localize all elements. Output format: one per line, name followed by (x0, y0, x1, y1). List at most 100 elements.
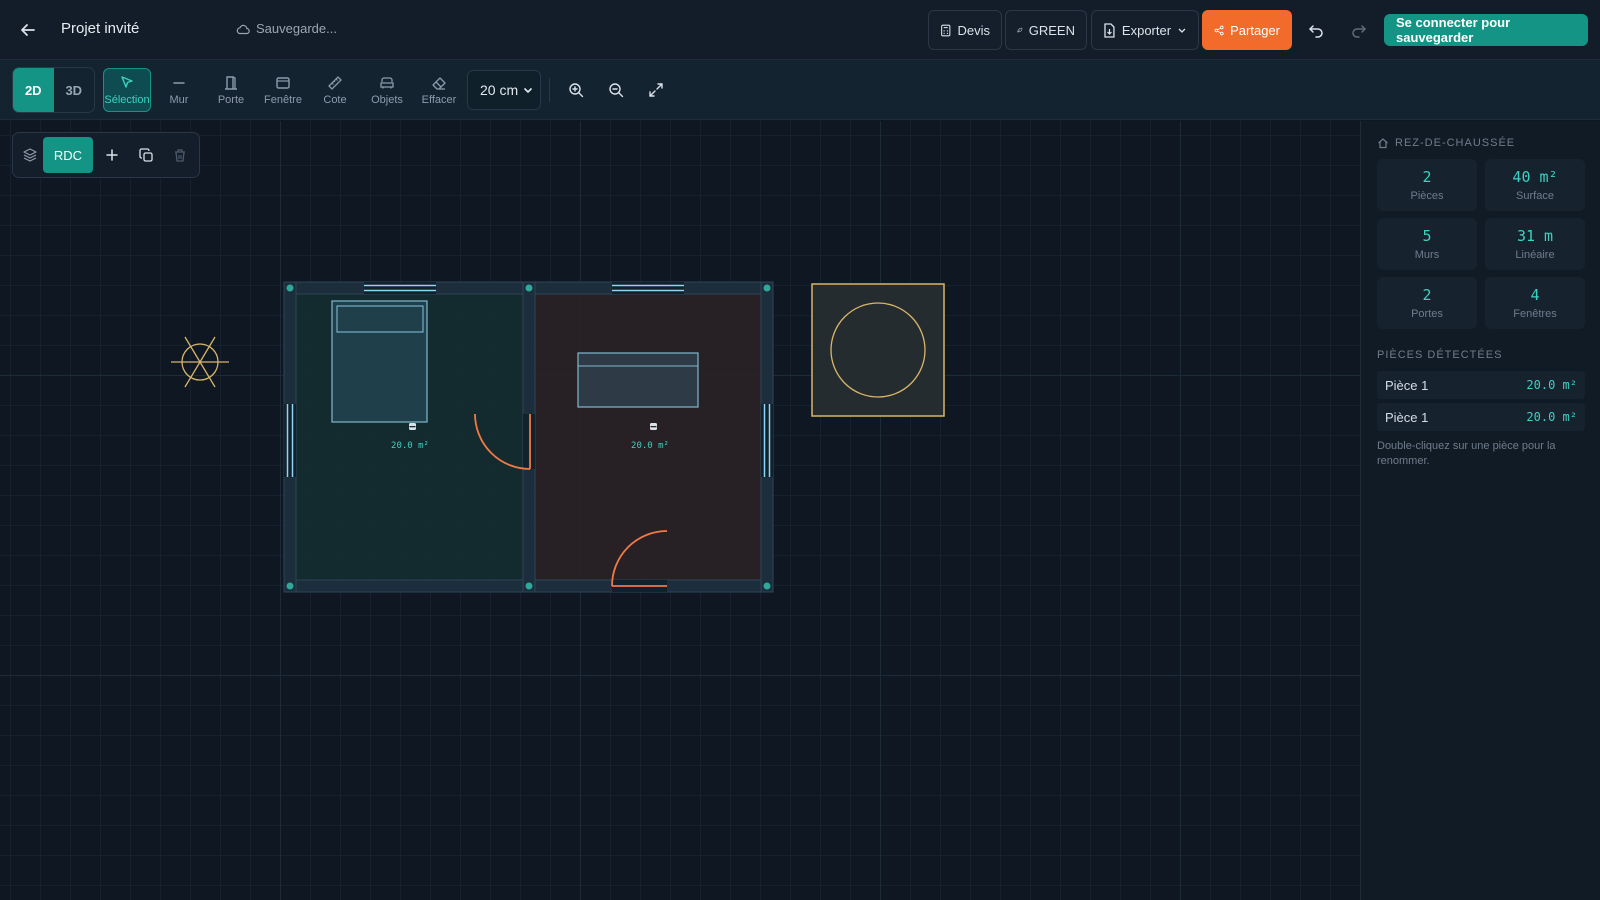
zoom-out-icon[interactable] (600, 74, 632, 106)
room-area-label: 20.0 m² (631, 441, 669, 451)
wall-node[interactable] (525, 284, 533, 292)
toolbar-divider (549, 78, 550, 102)
grid-size-value: 20 cm (480, 82, 519, 98)
export-label: Exporter (1121, 22, 1172, 38)
undo-icon[interactable] (1300, 14, 1332, 46)
stat-linear: 31 m Linéaire (1485, 218, 1585, 270)
stat-label: Fenêtres (1513, 308, 1557, 320)
devis-label: Devis (957, 22, 990, 38)
share-icon (1214, 25, 1224, 35)
stat-label: Murs (1414, 249, 1440, 261)
project-title[interactable]: Projet invité (61, 20, 139, 37)
chevron-down-icon (1178, 28, 1186, 33)
stat-value: 5 (1422, 227, 1432, 245)
save-status-text: Sauvegarde... (256, 21, 337, 36)
door-icon (225, 75, 237, 90)
stat-surface: 40 m² Surface (1485, 159, 1585, 211)
back-arrow-icon[interactable] (14, 14, 42, 46)
window-opening (761, 404, 773, 477)
view-toggle: 2D 3D (12, 67, 95, 113)
save-status: Sauvegarde... (236, 21, 337, 36)
paint-bucket-icon (409, 423, 416, 430)
share-label: Partager (1230, 22, 1280, 38)
zoom-in-icon[interactable] (560, 74, 592, 106)
room-2-floor[interactable] (530, 288, 767, 586)
tool-selection[interactable]: Sélection (103, 68, 151, 112)
tool-door[interactable]: Porte (207, 68, 255, 112)
wall-node[interactable] (525, 582, 533, 590)
window-icon (276, 76, 290, 89)
room-area-label: 20.0 m² (391, 441, 429, 451)
stat-label: Linéaire (1515, 249, 1555, 261)
level-summary-title: REZ-DE-CHAUSSÉE (1377, 137, 1515, 149)
tool-label: Objets (371, 93, 403, 106)
door-opening (523, 414, 535, 469)
compass-icon[interactable] (171, 336, 229, 388)
stat-rooms: 2 Pièces (1377, 159, 1477, 211)
tool-eraser[interactable]: Effacer (415, 68, 463, 112)
room-area: 20.0 m² (1526, 378, 1577, 392)
sofa-icon (380, 76, 394, 88)
tool-label: Sélection (104, 93, 150, 106)
calculator-icon (941, 24, 951, 36)
ruler-icon (328, 75, 342, 90)
tool-dimension[interactable]: Cote (311, 68, 359, 112)
login-button[interactable]: Se connecter pour sauvegarder (1384, 14, 1588, 46)
floor-plan: 20.0 m² 20.0 m² (171, 281, 945, 593)
cloud-icon (236, 24, 250, 34)
view-3d-button[interactable]: 3D (54, 68, 95, 112)
top-bar: Projet invité Sauvegarde... Devis GREEN … (0, 0, 1600, 60)
window-opening (612, 282, 684, 294)
level-summary-text: REZ-DE-CHAUSSÉE (1395, 137, 1516, 149)
paint-bucket-icon (650, 423, 657, 430)
tool-window[interactable]: Fenêtre (259, 68, 307, 112)
leaf-icon (1017, 27, 1023, 33)
bed-object[interactable] (331, 300, 428, 423)
tool-label: Effacer (421, 93, 457, 106)
round-table-object[interactable] (811, 283, 945, 417)
file-download-icon (1104, 22, 1115, 38)
stat-label: Surface (1516, 190, 1554, 202)
stat-doors: 2 Portes (1377, 277, 1477, 329)
tool-bar: 2D 3D Sélection Mur Porte Fenêtre Cote O… (0, 60, 1600, 120)
tool-objects[interactable]: Objets (363, 68, 411, 112)
room-area: 20.0 m² (1526, 410, 1577, 424)
stat-windows: 4 Fenêtres (1485, 277, 1585, 329)
tool-label: Cote (323, 93, 347, 106)
room-list-item[interactable]: Pièce 1 20.0 m² (1377, 403, 1585, 431)
redo-icon[interactable] (1343, 14, 1375, 46)
plan-canvas[interactable]: RDC 20.0 m² 20.0 m² (0, 121, 1360, 900)
stat-value: 2 (1422, 168, 1432, 186)
view-2d-button[interactable]: 2D (13, 68, 54, 112)
cursor-icon (121, 75, 133, 88)
tool-label: Fenêtre (264, 93, 302, 106)
sofa-object[interactable] (577, 352, 699, 408)
wall-node[interactable] (286, 284, 294, 292)
stat-walls: 5 Murs (1377, 218, 1477, 270)
room-name: Pièce 1 (1385, 377, 1429, 393)
properties-panel: REZ-DE-CHAUSSÉE 2 Pièces 40 m² Surface 5… (1360, 121, 1600, 900)
green-label: GREEN (1028, 22, 1075, 38)
share-button[interactable]: Partager (1202, 10, 1292, 50)
devis-button[interactable]: Devis (928, 10, 1002, 50)
tool-wall[interactable]: Mur (155, 68, 203, 112)
stat-value: 4 (1530, 286, 1540, 304)
rename-hint: Double-cliquez sur une pièce pour la ren… (1377, 440, 1556, 467)
window-opening (364, 282, 436, 294)
stat-value: 31 m (1516, 227, 1554, 245)
export-button[interactable]: Exporter (1091, 10, 1199, 50)
eraser-icon (432, 76, 446, 90)
wall-node[interactable] (763, 582, 771, 590)
tool-label: Porte (217, 93, 245, 106)
wall-node[interactable] (763, 284, 771, 292)
stat-label: Pièces (1410, 190, 1444, 202)
room-list-item[interactable]: Pièce 1 20.0 m² (1377, 371, 1585, 399)
fit-screen-icon[interactable] (640, 74, 672, 106)
wall-node[interactable] (286, 582, 294, 590)
grid-size-select[interactable]: 20 cm (467, 70, 541, 110)
green-button[interactable]: GREEN (1005, 10, 1087, 50)
tool-label: Mur (169, 93, 189, 106)
stat-label: Portes (1411, 308, 1443, 320)
stat-value: 2 (1422, 286, 1432, 304)
stat-value: 40 m² (1512, 168, 1558, 186)
